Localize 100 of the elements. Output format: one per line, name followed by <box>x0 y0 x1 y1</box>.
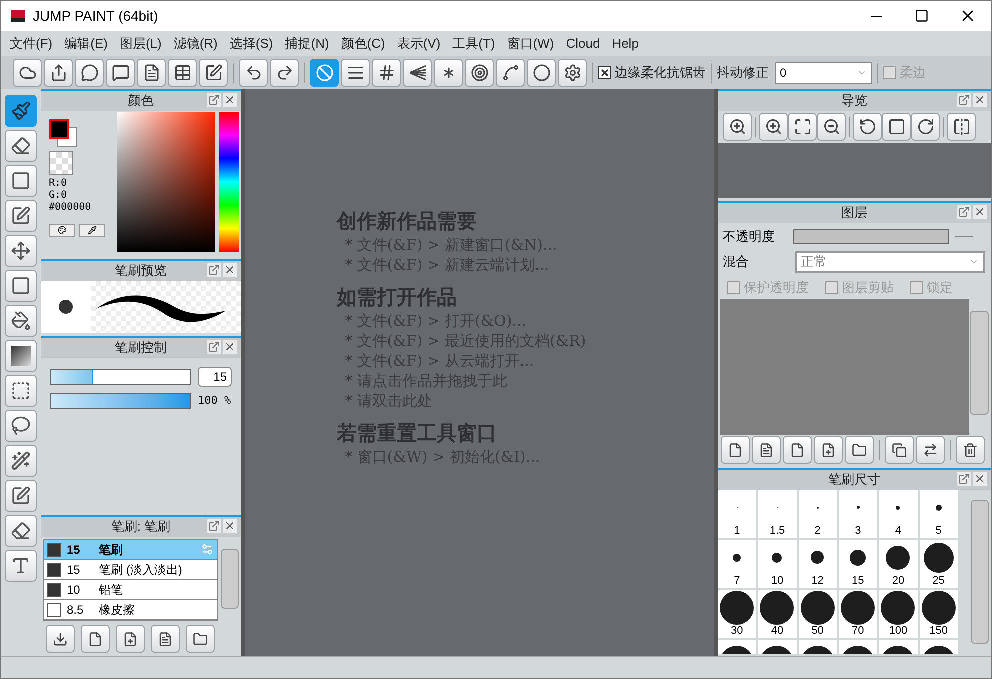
popout-icon[interactable] <box>957 472 971 486</box>
tool-button[interactable] <box>5 340 37 372</box>
close-icon[interactable] <box>223 340 237 354</box>
popout-icon[interactable] <box>207 340 221 354</box>
menu-item[interactable]: 图层(L) <box>114 34 167 54</box>
toolbar-button[interactable] <box>465 58 494 86</box>
layer-button[interactable] <box>783 436 812 464</box>
toolbar-button[interactable] <box>199 58 228 86</box>
close-icon[interactable] <box>973 93 987 107</box>
menu-item[interactable]: 表示(V) <box>392 34 446 54</box>
brush-size-cell[interactable]: 100 <box>879 590 918 638</box>
stabilizer-dropdown[interactable]: 0 <box>775 62 872 84</box>
navigator-button[interactable] <box>882 113 911 141</box>
menu-item[interactable]: 窗口(W) <box>502 34 560 54</box>
tool-button[interactable] <box>5 270 37 302</box>
brush-list-item[interactable]: 8.5 橡皮擦 <box>44 600 217 620</box>
tool-button[interactable] <box>5 550 37 582</box>
transparent-swatch[interactable] <box>49 151 73 175</box>
tool-button[interactable] <box>5 235 37 267</box>
toolbar-button[interactable] <box>372 58 401 86</box>
tool-button[interactable] <box>5 130 37 162</box>
brush-size-cell[interactable]: 15 <box>838 540 878 588</box>
brush-size-cell[interactable]: 25 <box>920 540 958 588</box>
toolbar-button[interactable] <box>168 58 197 86</box>
navigator-button[interactable] <box>759 113 788 141</box>
menu-item[interactable]: Cloud <box>561 34 606 54</box>
toolbar-button[interactable] <box>75 58 104 86</box>
blend-mode-dropdown[interactable]: 正常 <box>795 250 985 272</box>
color-gradient-square[interactable] <box>117 112 215 252</box>
popout-icon[interactable] <box>207 263 221 277</box>
brush-list-button[interactable] <box>116 625 145 653</box>
scrollbar[interactable] <box>221 549 239 609</box>
layer-button[interactable] <box>885 436 914 464</box>
brush-list-button[interactable] <box>186 625 215 653</box>
menu-item[interactable]: 选择(S) <box>224 34 278 54</box>
brush-size-value[interactable]: 15 <box>198 367 232 387</box>
navigator-button[interactable] <box>817 113 846 141</box>
popout-icon[interactable] <box>957 205 971 219</box>
close-icon[interactable] <box>223 519 237 533</box>
palette-button[interactable] <box>49 224 75 237</box>
toolbar-button[interactable] <box>341 58 370 86</box>
brush-list-item[interactable]: 15 笔刷 (淡入淡出) <box>44 560 217 580</box>
checkbox[interactable] <box>727 281 740 294</box>
brush-size-cell[interactable]: 2 <box>798 490 837 538</box>
tool-button[interactable] <box>5 410 37 442</box>
toolbar-button[interactable] <box>270 58 299 86</box>
layer-button[interactable] <box>916 436 945 464</box>
layer-button[interactable] <box>721 436 750 464</box>
layer-button[interactable] <box>845 436 874 464</box>
brush-size-cell[interactable]: 1 <box>718 490 756 538</box>
toolbar-button[interactable] <box>44 58 73 86</box>
scrollbar[interactable] <box>971 500 989 644</box>
brush-size-cell[interactable]: 4 <box>879 490 918 538</box>
popout-icon[interactable] <box>207 519 221 533</box>
toolbar-button[interactable] <box>496 58 525 86</box>
hue-bar[interactable] <box>219 112 239 252</box>
toolbar-button[interactable] <box>137 58 166 86</box>
brush-size-cell[interactable]: 40 <box>758 590 797 638</box>
brush-size-cell[interactable]: 12 <box>798 540 837 588</box>
close-icon[interactable] <box>973 205 987 219</box>
toolbar-button[interactable] <box>527 58 556 86</box>
popout-icon[interactable] <box>207 93 221 107</box>
layer-button[interactable] <box>814 436 843 464</box>
checkbox[interactable] <box>598 66 611 79</box>
brush-size-cell[interactable]: 50 <box>798 590 837 638</box>
scrollbar[interactable] <box>970 310 989 414</box>
tool-button[interactable] <box>5 480 37 512</box>
tool-button[interactable] <box>5 305 37 337</box>
brush-list-button[interactable] <box>151 625 180 653</box>
layer-opacity-bar[interactable] <box>793 229 949 244</box>
color-swatch-pair[interactable] <box>49 119 77 147</box>
tool-button[interactable] <box>5 165 37 197</box>
close-icon[interactable] <box>973 472 987 486</box>
brush-size-cell[interactable]: 5 <box>920 490 958 538</box>
tool-button[interactable] <box>5 95 37 127</box>
menu-item[interactable]: Help <box>607 34 644 54</box>
tool-button[interactable] <box>5 375 37 407</box>
toolbar-button[interactable] <box>13 58 42 86</box>
checkbox[interactable] <box>825 281 838 294</box>
close-icon[interactable] <box>223 93 237 107</box>
toolbar-button[interactable] <box>106 58 135 86</box>
brush-size-slider[interactable] <box>50 369 191 385</box>
brush-size-cell[interactable]: 3 <box>838 490 878 538</box>
tool-button[interactable] <box>5 515 37 547</box>
layer-button[interactable] <box>956 436 985 464</box>
tool-button[interactable] <box>5 200 37 232</box>
menu-item[interactable]: 颜色(C) <box>336 34 390 54</box>
navigator-button[interactable] <box>911 113 940 141</box>
navigator-button[interactable] <box>947 113 976 141</box>
checkbox[interactable] <box>883 66 896 79</box>
tool-button[interactable] <box>5 445 37 477</box>
brush-list-item[interactable]: 15 笔刷 <box>44 540 217 560</box>
menu-item[interactable]: 文件(F) <box>5 34 58 54</box>
toolbar-button[interactable] <box>239 58 268 86</box>
brush-size-cell[interactable]: 10 <box>758 540 797 588</box>
brush-list-item[interactable]: 10 铅笔 <box>44 580 217 600</box>
brush-size-cell[interactable]: 70 <box>838 590 878 638</box>
menu-item[interactable]: 编辑(E) <box>60 34 113 54</box>
toolbar-button[interactable] <box>434 58 463 86</box>
checkbox[interactable] <box>910 281 923 294</box>
